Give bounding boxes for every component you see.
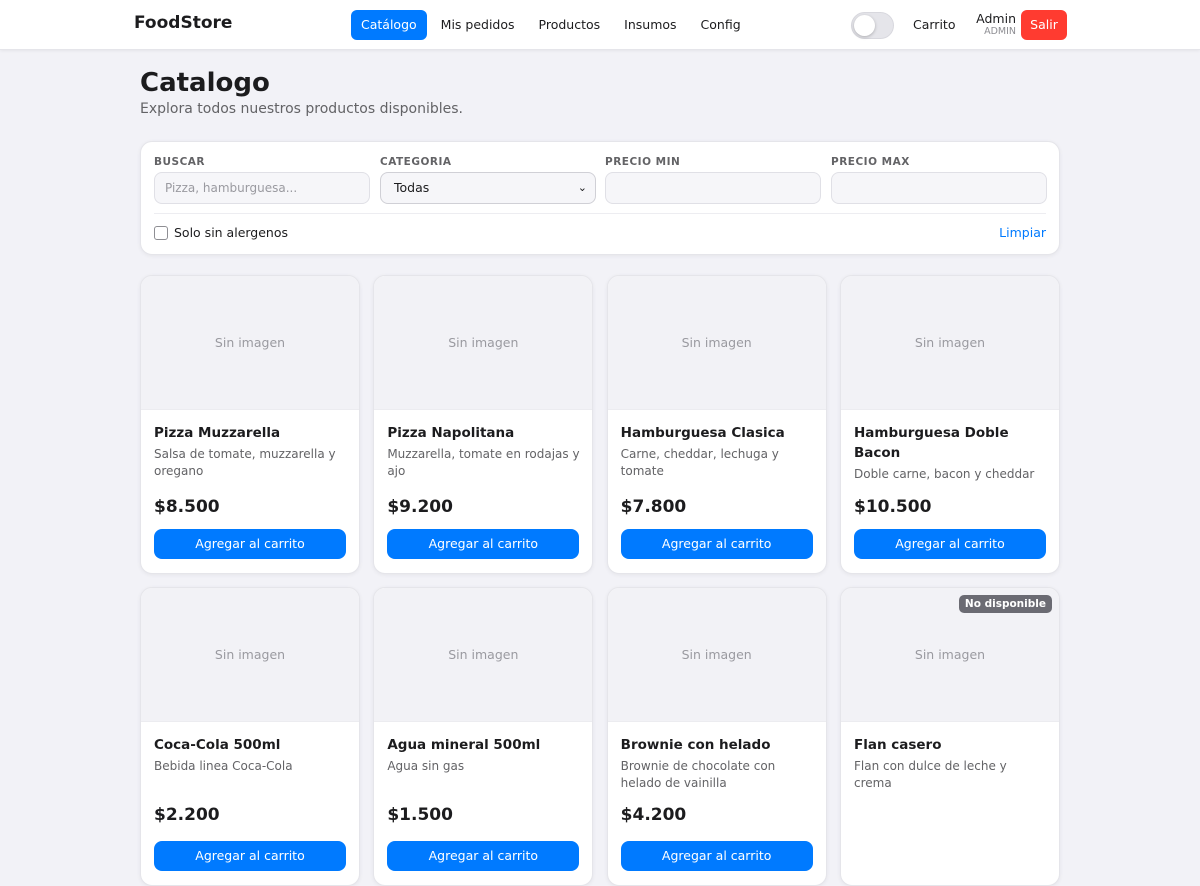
product-name: Flan casero [853,737,942,753]
nav-link-config[interactable]: Config [691,10,751,40]
product-name: Coca-Cola 500ml [154,737,281,753]
image-placeholder-text: Sin imagen [914,647,986,662]
image-placeholder-text: Sin imagen [448,647,519,662]
product-description: Bebida linea Coca-Cola [154,759,293,773]
product-image-placeholder: Sin imagen [607,588,826,722]
product-price: $9.200 [387,497,453,517]
add-to-cart-button[interactable]: Agregar al carrito [387,529,580,559]
filters-divider [154,213,1046,214]
product-grid: Sin imagen Pizza Muzzarella Salsa de tom… [140,275,1060,886]
category-select-value: Todas [394,180,430,195]
image-placeholder-text: Sin imagen [681,647,752,662]
product-image-placeholder: Sin imagen [607,276,826,410]
allergen-checkbox[interactable] [154,226,168,240]
cart-link[interactable]: Carrito [913,17,955,32]
page-title: Catalogo [140,68,270,98]
product-image-placeholder: Sin imagen [374,588,593,722]
product-image-placeholder: Sin imagen [141,588,359,722]
price-min-input[interactable] [605,172,821,204]
nav-link-mis-pedidos[interactable]: Mis pedidos [431,10,525,40]
product-name: Pizza Napolitana [387,425,515,441]
product-name: Brownie con helado [620,737,771,753]
filters-panel: BUSCAR CATEGORIA Todas ⌄ PRECIO MIN PREC… [140,141,1060,255]
add-to-cart-button[interactable]: Agregar al carrito [154,529,346,559]
logout-button[interactable]: Salir [1021,10,1067,40]
add-to-cart-button[interactable]: Agregar al carrito [853,529,1046,559]
chevron-down-icon: ⌄ [577,181,587,194]
product-card: Sin imagen Hamburguesa Clasica Carne, ch… [606,275,827,574]
product-image-placeholder: Sin imagen [141,276,359,410]
image-placeholder-text: Sin imagen [681,335,752,350]
search-label: BUSCAR [154,156,206,168]
product-card: Sin imagen Hamburguesa Doble Bacon Doble… [839,275,1060,574]
brand-logo[interactable]: FoodStore [134,13,232,33]
nav-link-productos[interactable]: Productos [529,10,611,40]
image-placeholder-text: Sin imagen [914,335,986,350]
product-price: $10.500 [853,497,932,517]
clear-filters-link[interactable]: Limpiar [999,225,1046,240]
product-price: $4.200 [620,805,687,825]
product-card: Sin imagen Brownie con helado Brownie de… [606,587,827,886]
product-description: Agua sin gas [387,759,465,773]
product-name: Pizza Muzzarella [154,425,281,441]
product-name: Agua mineral 500ml [387,737,541,753]
user-name: Admin [976,11,1016,26]
product-description: Muzzarella, tomate en rodajas y ajo [387,447,580,478]
top-navbar: FoodStore Catálogo Mis pedidos Productos… [0,0,1200,50]
product-card: Sin imagen Coca-Cola 500ml Bebida linea … [140,587,360,886]
product-description: Doble carne, bacon y cheddar [853,467,1035,481]
product-description: Carne, cheddar, lechuga y tomate [620,447,779,478]
nav-link-insumos[interactable]: Insumos [614,10,686,40]
product-image-placeholder: Sin imagen [840,276,1059,410]
add-to-cart-button[interactable]: Agregar al carrito [387,841,580,871]
nav-links: Catálogo Mis pedidos Productos Insumos C… [351,10,751,40]
image-placeholder-text: Sin imagen [214,335,286,350]
product-description: Brownie de chocolate con helado de vaini… [620,759,776,790]
image-placeholder-text: Sin imagen [214,647,286,662]
price-max-input[interactable] [831,172,1047,204]
product-card: Sin imagen Pizza Napolitana Muzzarella, … [373,275,594,574]
user-info: Admin ADMIN [968,11,1016,38]
product-card: Sin imagen Agua mineral 500ml Agua sin g… [373,587,594,886]
category-select[interactable]: Todas ⌄ [380,172,596,204]
category-label: CATEGORIA [380,156,452,168]
product-price: $1.500 [387,805,453,825]
nav-link-catalogo[interactable]: Catálogo [351,10,427,40]
allergen-checkbox-label[interactable]: Solo sin alergenos [174,225,288,240]
image-placeholder-text: Sin imagen [448,335,519,350]
product-image-placeholder: Sin imagen [374,276,593,410]
theme-toggle-switch[interactable] [851,12,894,39]
user-role: ADMIN [984,26,1016,37]
add-to-cart-button[interactable]: Agregar al carrito [620,529,813,559]
product-description: Salsa de tomate, muzzarella y oregano [154,447,336,478]
product-card-unavailable: Sin imagen No disponible Flan casero Fla… [839,587,1060,886]
product-description: Flan con dulce de leche y crema [853,759,1007,790]
product-name: Hamburguesa Clasica [620,425,785,441]
add-to-cart-button[interactable]: Agregar al carrito [620,841,813,871]
search-input[interactable] [154,172,370,204]
product-name: Hamburguesa Doble Bacon [853,425,1009,461]
add-to-cart-button[interactable]: Agregar al carrito [154,841,346,871]
price-max-label: PRECIO MAX [831,156,910,168]
page-subtitle: Explora todos nuestros productos disponi… [140,101,463,117]
product-price: $2.200 [154,805,220,825]
toggle-switch-icon [854,15,875,36]
product-price: $8.500 [154,497,220,517]
unavailable-badge: No disponible [958,595,1052,613]
product-card: Sin imagen Pizza Muzzarella Salsa de tom… [140,275,360,574]
price-min-label: PRECIO MIN [605,156,681,168]
product-price: $7.800 [620,497,687,517]
